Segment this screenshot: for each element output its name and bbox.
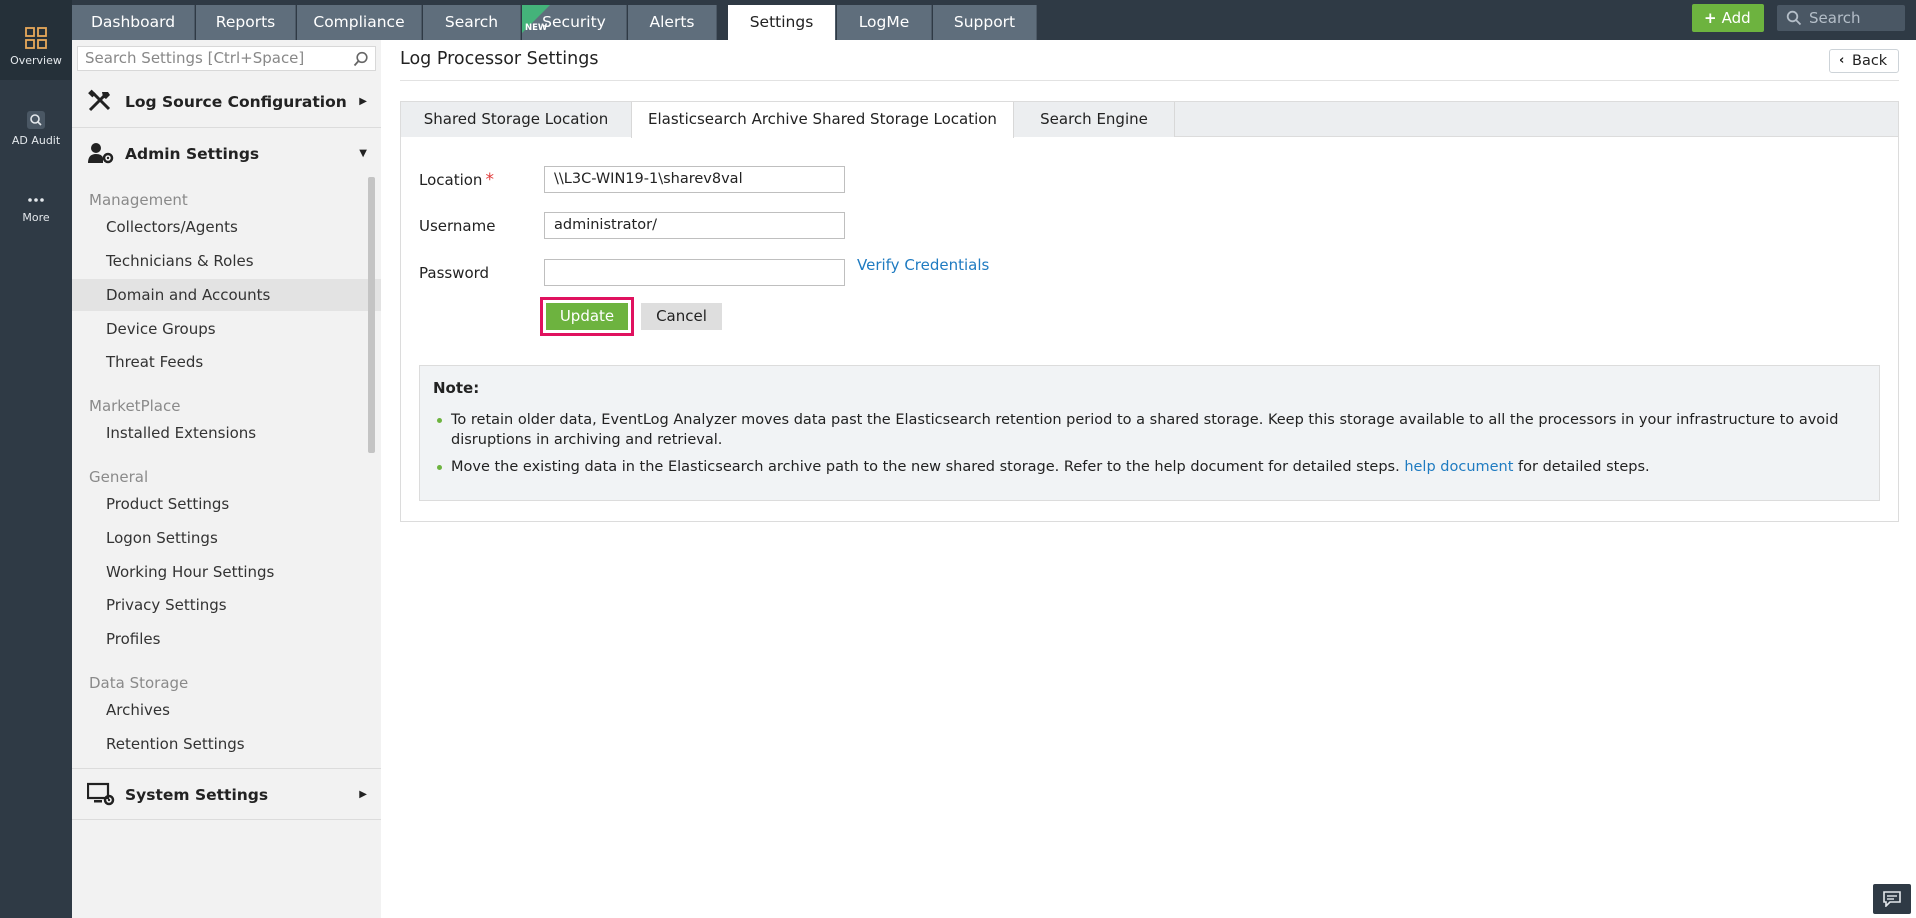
settings-search-placeholder: Search Settings [Ctrl+Space] bbox=[85, 49, 305, 67]
grid-icon bbox=[25, 27, 47, 49]
back-button-label: Back bbox=[1852, 53, 1888, 69]
caret-down-icon: ▼ bbox=[359, 148, 367, 159]
add-button[interactable]: + Add bbox=[1692, 4, 1764, 32]
sidebar-item-collectors-agents[interactable]: Collectors/Agents bbox=[72, 211, 381, 243]
sidebar-item-logon-settings[interactable]: Logon Settings bbox=[72, 522, 381, 554]
tab-support[interactable]: Support bbox=[933, 5, 1037, 40]
page-title: Log Processor Settings bbox=[400, 49, 599, 69]
username-input[interactable]: administrator/ bbox=[544, 212, 845, 239]
rail-ad-audit[interactable]: AD Audit bbox=[0, 110, 72, 147]
group-data-storage: Data Storage bbox=[89, 674, 189, 692]
note-item-1: To retain older data, EventLog Analyzer … bbox=[437, 410, 1871, 450]
section-admin-label: Admin Settings bbox=[125, 145, 260, 163]
tab-settings[interactable]: Settings bbox=[728, 5, 836, 40]
note-item-2: Move the existing data in the Elasticsea… bbox=[437, 457, 1871, 477]
plus-icon: + bbox=[1704, 9, 1717, 27]
sidebar-item-device-groups[interactable]: Device Groups bbox=[72, 313, 381, 345]
settings-search-input[interactable]: Search Settings [Ctrl+Space] bbox=[77, 46, 376, 71]
group-management: Management bbox=[89, 191, 188, 209]
section-admin-settings[interactable]: Admin Settings ▼ bbox=[72, 128, 381, 180]
tools-icon bbox=[88, 89, 111, 112]
sidebar-item-profiles[interactable]: Profiles bbox=[72, 623, 381, 655]
rail-ad-audit-label: AD Audit bbox=[11, 134, 61, 147]
location-label-text: Location bbox=[419, 171, 483, 189]
tab-reports[interactable]: Reports bbox=[196, 5, 296, 40]
back-button[interactable]: ‹ Back bbox=[1829, 49, 1899, 73]
note-title: Note: bbox=[433, 379, 480, 397]
add-button-label: Add bbox=[1721, 9, 1751, 27]
cancel-button[interactable]: Cancel bbox=[641, 303, 722, 330]
tab-security-label: Security bbox=[542, 13, 606, 31]
more-dots-icon bbox=[28, 198, 44, 202]
bullet-icon bbox=[437, 418, 442, 423]
help-document-link[interactable]: help document bbox=[1404, 459, 1513, 475]
title-divider bbox=[400, 80, 1899, 81]
rail-more-label: More bbox=[22, 211, 50, 224]
monitor-gear-icon bbox=[87, 782, 115, 806]
tab-alerts[interactable]: Alerts bbox=[628, 5, 717, 40]
panel-tabbar: Shared Storage Location Elasticsearch Ar… bbox=[401, 102, 1898, 138]
group-marketplace: MarketPlace bbox=[89, 397, 181, 415]
caret-right-icon: ▶ bbox=[359, 96, 367, 107]
sidebar-item-retention-settings[interactable]: Retention Settings bbox=[72, 728, 381, 758]
location-input[interactable]: \\L3C-WIN19-1\sharev8val bbox=[544, 166, 845, 193]
username-label: Username bbox=[419, 217, 496, 235]
new-badge: NEW bbox=[522, 5, 550, 33]
rail-more[interactable]: More bbox=[0, 193, 72, 224]
note-item-2-text: Move the existing data in the Elasticsea… bbox=[451, 459, 1400, 475]
chevron-left-icon: ‹ bbox=[1839, 53, 1845, 68]
tab-shared-storage-location[interactable]: Shared Storage Location bbox=[401, 102, 632, 137]
password-label: Password bbox=[419, 264, 490, 282]
required-mark: * bbox=[485, 170, 494, 190]
new-badge-text: NEW bbox=[525, 23, 548, 33]
tab-search[interactable]: Search bbox=[423, 5, 521, 40]
section-log-source-configuration[interactable]: Log Source Configuration ▶ bbox=[72, 76, 381, 128]
sidebar-item-privacy-settings[interactable]: Privacy Settings bbox=[72, 589, 381, 621]
global-search-input[interactable]: Search bbox=[1777, 5, 1905, 31]
search-icon bbox=[353, 51, 368, 67]
sidebar-item-archives[interactable]: Archives bbox=[72, 694, 381, 726]
rail-overview[interactable]: Overview bbox=[0, 0, 72, 80]
password-input[interactable] bbox=[544, 259, 845, 286]
sidebar-item-domain-accounts[interactable]: Domain and Accounts bbox=[72, 279, 381, 311]
main-content: Log Processor Settings ‹ Back Shared Sto… bbox=[381, 40, 1916, 918]
note-box: Note: To retain older data, EventLog Ana… bbox=[419, 365, 1880, 501]
caret-right-icon: ▶ bbox=[359, 789, 367, 800]
tab-compliance[interactable]: Compliance bbox=[297, 5, 422, 40]
sidebar-item-technicians-roles[interactable]: Technicians & Roles bbox=[72, 245, 381, 277]
admin-user-gear-icon bbox=[88, 143, 114, 164]
audit-search-icon bbox=[27, 111, 45, 129]
search-icon bbox=[1786, 10, 1802, 26]
section-system-settings[interactable]: System Settings ▶ bbox=[72, 768, 381, 820]
rail-overview-label: Overview bbox=[10, 54, 62, 67]
tab-elasticsearch-archive-location[interactable]: Elasticsearch Archive Shared Storage Loc… bbox=[631, 102, 1014, 138]
chat-button[interactable] bbox=[1873, 884, 1911, 914]
verify-credentials-link[interactable]: Verify Credentials bbox=[857, 256, 989, 274]
update-button-highlight: Update bbox=[540, 297, 634, 336]
sidebar-item-working-hour-settings[interactable]: Working Hour Settings bbox=[72, 556, 381, 588]
tab-dashboard[interactable]: Dashboard bbox=[72, 5, 195, 40]
update-button[interactable]: Update bbox=[546, 303, 628, 330]
global-search-placeholder: Search bbox=[1809, 9, 1861, 27]
sidebar-item-product-settings[interactable]: Product Settings bbox=[72, 488, 381, 520]
settings-sidebar: Search Settings [Ctrl+Space] Log Source … bbox=[72, 40, 381, 918]
bullet-icon bbox=[437, 465, 442, 470]
settings-panel: Shared Storage Location Elasticsearch Ar… bbox=[400, 101, 1899, 522]
app-rail: Overview AD Audit More bbox=[0, 0, 72, 918]
tab-security[interactable]: NEW Security bbox=[522, 5, 627, 40]
sidebar-item-installed-extensions[interactable]: Installed Extensions bbox=[72, 417, 381, 449]
chat-icon bbox=[1883, 891, 1901, 907]
note-item-2-suffix: for detailed steps. bbox=[1518, 459, 1650, 475]
note-item-1-text: To retain older data, EventLog Analyzer … bbox=[451, 412, 1839, 448]
sidebar-scrollbar[interactable] bbox=[368, 177, 375, 453]
location-label: Location * bbox=[419, 170, 494, 190]
section-log-source-label: Log Source Configuration bbox=[125, 93, 347, 111]
tab-search-engine[interactable]: Search Engine bbox=[1014, 102, 1175, 137]
section-system-label: System Settings bbox=[125, 786, 269, 804]
top-nav: Dashboard Reports Compliance Search NEW … bbox=[72, 0, 1916, 40]
group-general: General bbox=[89, 468, 149, 486]
sidebar-item-threat-feeds[interactable]: Threat Feeds bbox=[72, 346, 381, 378]
tab-logme[interactable]: LogMe bbox=[837, 5, 932, 40]
